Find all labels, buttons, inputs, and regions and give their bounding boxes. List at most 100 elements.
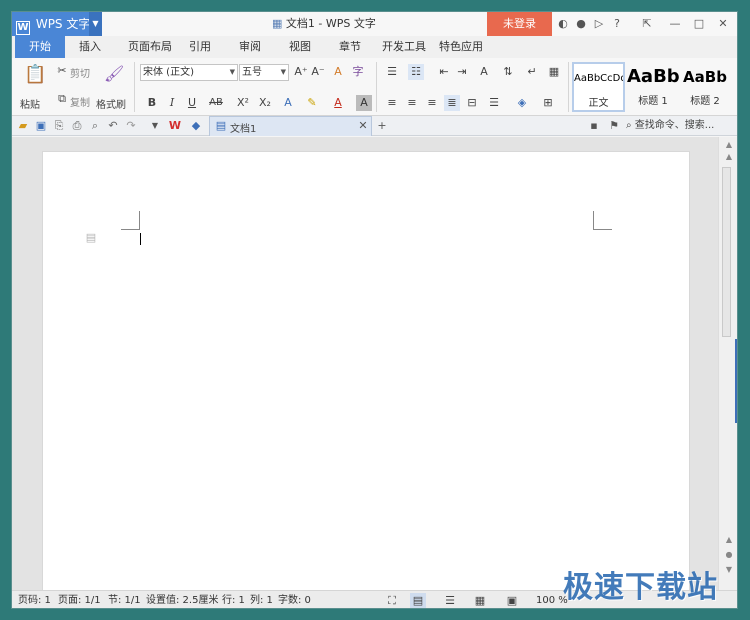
bold-button[interactable]: B [144, 95, 160, 111]
superscript-button[interactable]: X² [234, 95, 252, 111]
vertical-scrollbar[interactable]: ▲ ▲ ▲ ● ▼ [718, 137, 737, 590]
paste-button[interactable]: 粘贴 [20, 96, 40, 111]
export-icon[interactable]: ⎘ [51, 118, 67, 134]
tab-home[interactable]: 开始 [15, 36, 65, 58]
line-spacing-icon[interactable]: ☰ [486, 95, 502, 111]
style-heading-2[interactable]: AaBb 标题 2 [679, 62, 731, 112]
wps-cloud-icon[interactable]: W [167, 118, 183, 134]
print-icon[interactable]: ⎙ [69, 118, 85, 134]
save-icon[interactable]: ▣ [33, 118, 49, 134]
tab-review[interactable]: 审阅 [232, 36, 268, 58]
table-icon[interactable]: ▦ [546, 64, 562, 80]
style-normal[interactable]: AaBbCcDd 正文 [572, 62, 625, 112]
format-painter-icon[interactable]: 🖌 [104, 64, 124, 84]
style-name: 标题 2 [690, 96, 720, 107]
subscript-button[interactable]: X₂ [256, 95, 274, 111]
command-search[interactable]: ⌕ 查找命令、搜索... [626, 118, 736, 134]
prev-page-icon[interactable]: ▲ [721, 532, 737, 548]
settings-icon[interactable]: ● [574, 17, 588, 31]
chevron-down-icon[interactable]: ▼ [147, 118, 163, 134]
cut-button[interactable]: 剪切 [70, 65, 90, 80]
search-placeholder: 查找命令、搜索... [634, 120, 715, 131]
italic-button[interactable]: I [164, 95, 180, 111]
style-heading-1[interactable]: AaBb 标题 1 [627, 62, 679, 112]
maximize-icon[interactable]: □ [692, 17, 706, 31]
copy-button[interactable]: 复制 [70, 94, 90, 109]
sort-icon[interactable]: ⇅ [500, 64, 516, 80]
format-painter-button[interactable]: 格式刷 [96, 96, 126, 111]
chevron-down-icon: ▼ [229, 68, 235, 76]
ribbon-toolbar: 📋 粘贴 ✂ 剪切 ⧉ 复制 🖌 格式刷 宋体 (正文) ▼ 五号 ▼ A⁺ A… [12, 58, 737, 116]
web-view-icon[interactable]: ▦ [472, 593, 488, 608]
margin-mark [121, 229, 140, 230]
side-panel-toggle[interactable] [735, 339, 737, 423]
close-icon[interactable]: ✕ [716, 17, 730, 31]
new-tab-icon[interactable]: + [374, 118, 390, 134]
reading-mode-icon[interactable]: ▣ [504, 593, 520, 608]
fullscreen-view-icon[interactable]: ⛶ [384, 593, 400, 608]
align-left-icon[interactable]: ≡ [384, 95, 400, 111]
undo-icon[interactable]: ↶ [105, 118, 121, 134]
justify-icon[interactable]: ≣ [444, 95, 460, 111]
document-tab[interactable]: ▤ 文档1 ✕ [209, 116, 372, 136]
paste-icon[interactable]: 📋 [24, 64, 46, 86]
fullscreen-icon[interactable]: ⇱ [640, 17, 654, 31]
login-button[interactable]: 未登录 [487, 12, 552, 36]
page-view-icon[interactable]: ▤ [410, 593, 426, 608]
highlight-icon[interactable]: ✎ [304, 95, 320, 111]
align-center-icon[interactable]: ≡ [404, 95, 420, 111]
font-color-icon[interactable]: A [330, 95, 346, 111]
redo-icon[interactable]: ↷ [123, 118, 139, 134]
text-effect-icon[interactable]: A [280, 95, 296, 111]
paragraph-layout-icon[interactable]: ▤ [83, 230, 99, 246]
pinyin-icon[interactable]: 字 [350, 64, 366, 80]
tab-references[interactable]: 引用 [182, 36, 218, 58]
tab-insert[interactable]: 插入 [70, 36, 110, 58]
outline-view-icon[interactable]: ☰ [442, 593, 458, 608]
next-page-icon[interactable]: ▼ [721, 562, 737, 578]
open-folder-icon[interactable]: ▰ [15, 118, 31, 134]
numbered-list-icon[interactable]: ☷ [408, 64, 424, 80]
scissors-icon[interactable]: ✂ [54, 63, 70, 79]
minimize-icon[interactable]: — [668, 17, 682, 31]
help-icon[interactable]: ? [610, 17, 624, 31]
show-marks-icon[interactable]: ↵ [524, 64, 540, 80]
feedback-icon[interactable]: ▷ [592, 17, 606, 31]
font-name-select[interactable]: 宋体 (正文) ▼ [140, 64, 238, 81]
tab-section[interactable]: 章节 [332, 36, 368, 58]
tab-features[interactable]: 特色应用 [437, 36, 485, 58]
copy-icon[interactable]: ⧉ [54, 91, 70, 107]
underline-button[interactable]: U [184, 95, 200, 111]
browse-object-icon[interactable]: ● [721, 547, 737, 563]
clear-format-icon[interactable]: A [330, 64, 346, 80]
document-page[interactable]: ▤ [42, 151, 690, 596]
print-preview-icon[interactable]: ⌕ [87, 118, 103, 134]
text-direction-icon[interactable]: A [476, 64, 492, 80]
font-size-select[interactable]: 五号 ▼ [239, 64, 289, 81]
scrollbar-thumb[interactable] [722, 167, 731, 337]
borders-icon[interactable]: ⊞ [540, 95, 556, 111]
increase-indent-icon[interactable]: ⇥ [454, 64, 470, 80]
flag-icon[interactable]: ⚑ [606, 118, 622, 134]
tab-developer[interactable]: 开发工具 [380, 36, 428, 58]
comment-icon[interactable]: ▪ [586, 118, 602, 134]
distribute-icon[interactable]: ⊟ [464, 95, 480, 111]
grow-font-icon[interactable]: A⁺ [293, 64, 309, 80]
align-right-icon[interactable]: ≡ [424, 95, 440, 111]
style-name: 标题 1 [638, 96, 668, 107]
bullet-list-icon[interactable]: ☰ [384, 64, 400, 80]
app-menu-button[interactable]: W WPS 文字 ▼ [12, 12, 102, 36]
cube-icon[interactable]: ◆ [188, 118, 204, 134]
skin-icon[interactable]: ◐ [556, 17, 570, 31]
shrink-font-icon[interactable]: A⁻ [310, 64, 326, 80]
tab-view[interactable]: 视图 [282, 36, 318, 58]
scroll-up-icon[interactable]: ▲ [721, 149, 737, 165]
decrease-indent-icon[interactable]: ⇤ [436, 64, 452, 80]
status-row: 行: 1 [222, 595, 245, 606]
strikethrough-button[interactable]: AB [206, 95, 226, 111]
tab-page-layout[interactable]: 页面布局 [120, 36, 180, 58]
shading-icon[interactable]: ◈ [514, 95, 530, 111]
char-shading-icon[interactable]: A [356, 95, 372, 111]
chevron-down-icon[interactable]: ▼ [89, 12, 102, 36]
close-tab-icon[interactable]: ✕ [355, 118, 371, 134]
